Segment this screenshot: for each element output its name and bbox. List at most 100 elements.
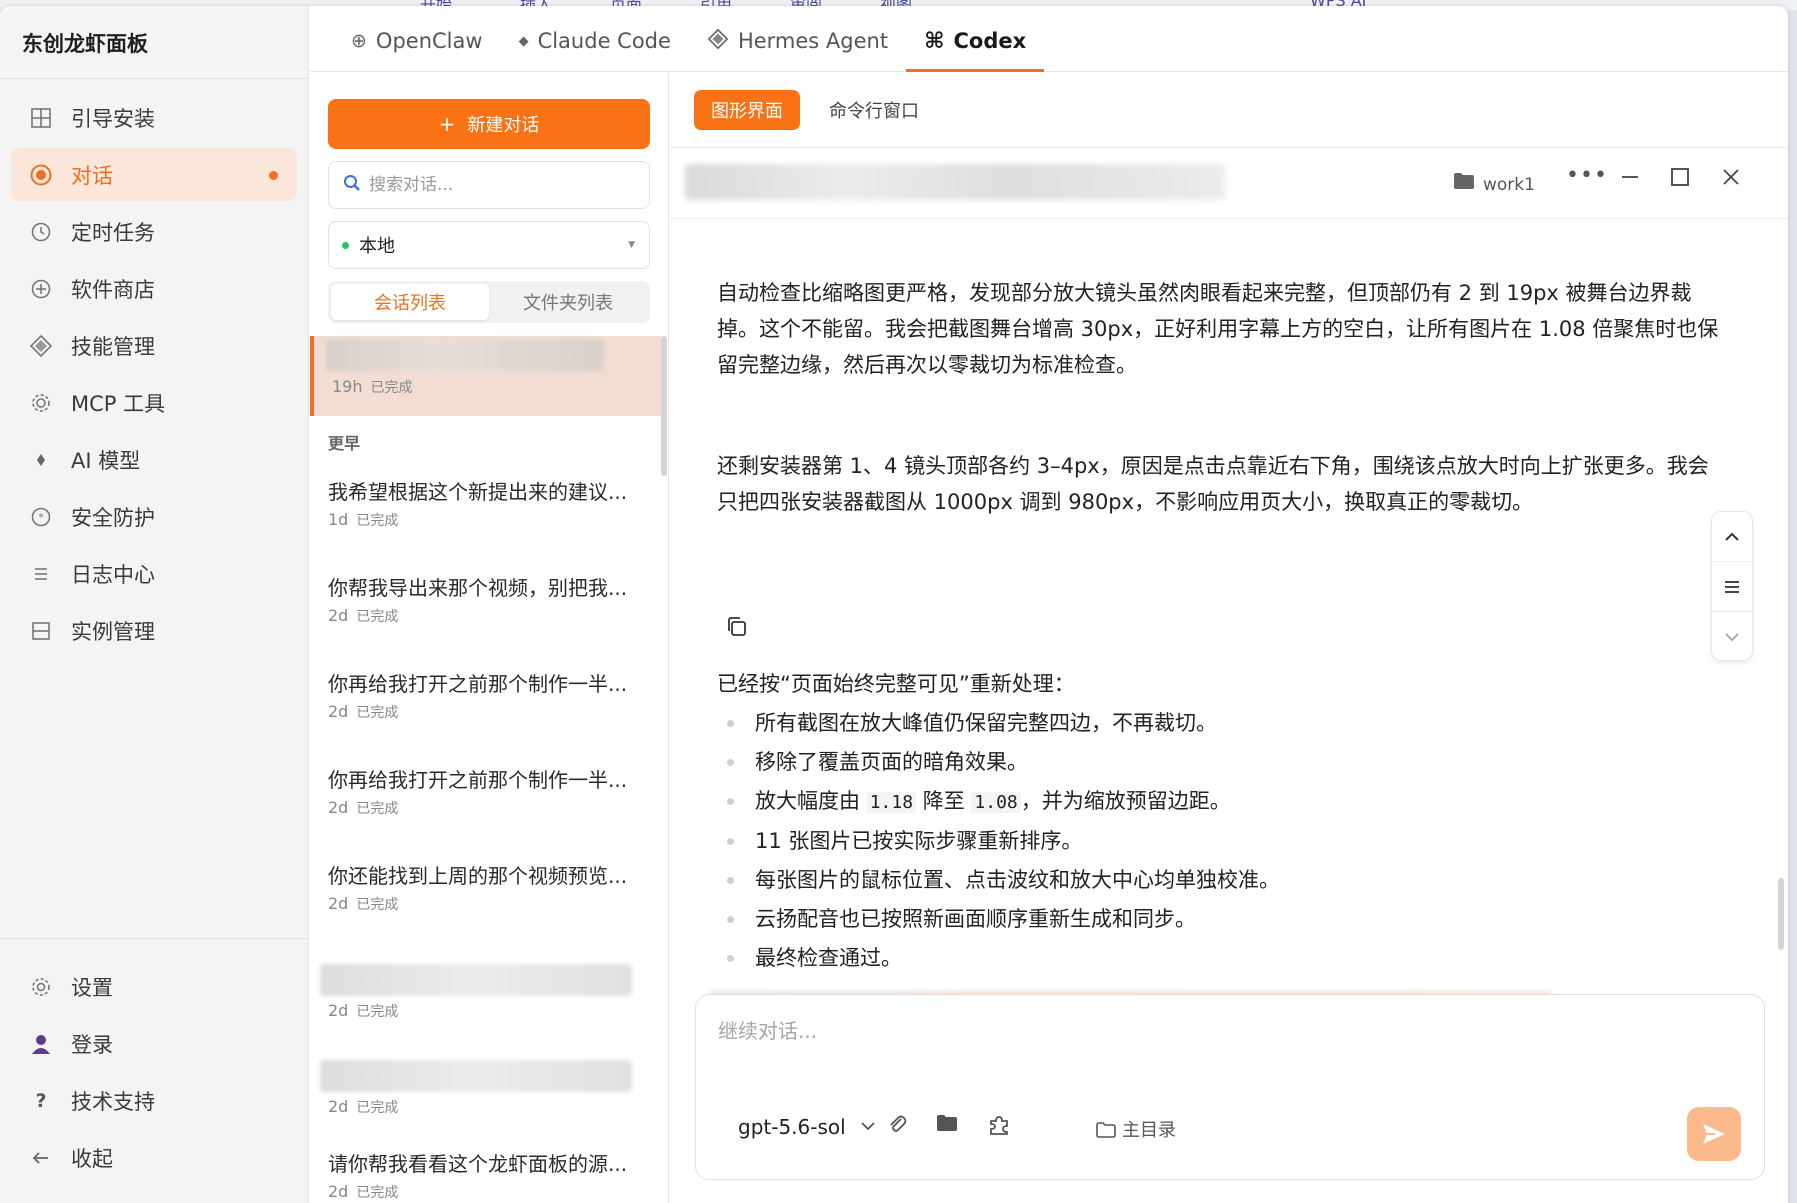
menu-icon — [1725, 580, 1739, 593]
nav-item-scheduled-tasks[interactable]: 定时任务 — [11, 205, 297, 258]
nav-item-security[interactable]: * 安全防护 — [11, 490, 297, 543]
nav-item-label: MCP 工具 — [71, 391, 166, 416]
list-item[interactable]: 你再给我打开之前那个制作一半... 2d 已完成 — [310, 654, 661, 750]
nav-item-logs[interactable]: 日志中心 — [11, 547, 297, 600]
nav-item-label: 收起 — [71, 1147, 113, 1171]
conversation-meta: 2d 已完成 — [328, 798, 643, 818]
assistant-message: 自动检查比缩略图更严格，发现部分放大镜头虽然肉眼看起来完整，但顶部仍有 2 到 … — [717, 281, 1719, 377]
command-icon: ⌘ — [924, 28, 945, 54]
inline-code: 1.18 — [866, 792, 917, 813]
nav-item-software-store[interactable]: 软件商店 — [11, 262, 297, 315]
plugin-button[interactable] — [987, 1113, 1011, 1142]
copy-icon[interactable] — [725, 615, 751, 641]
list-item[interactable]: 你帮我导出来那个视频，别把我... 2d 已完成 — [310, 558, 661, 654]
list-item-active[interactable]: 19h 已完成 — [310, 336, 661, 416]
clock-icon — [28, 219, 54, 245]
redacted-title — [326, 339, 604, 371]
unread-dot — [269, 171, 278, 180]
folder-outline-icon — [1096, 1122, 1116, 1138]
mode-gui-button[interactable]: 图形界面 — [694, 90, 800, 130]
new-chat-label: 新建对话 — [467, 115, 540, 136]
nav-item-mcp-tools[interactable]: MCP 工具 — [11, 376, 297, 429]
nav-item-support[interactable]: ? 技术支持 — [11, 1075, 297, 1127]
send-button[interactable] — [1687, 1107, 1741, 1161]
new-chat-button[interactable]: + 新建对话 — [328, 99, 650, 149]
tab-claude-code[interactable]: ◆ Claude Code — [501, 11, 689, 71]
close-icon[interactable] — [1721, 167, 1741, 192]
nav-item-skills[interactable]: 技能管理 — [11, 319, 297, 372]
assistant-message: 还剩安装器第 1、4 镜头顶部各约 3–4px，原因是点击点靠近右下角，围绕该点… — [717, 454, 1709, 514]
conversation-meta: 2d 已完成 — [328, 1097, 398, 1117]
tab-folder-list[interactable]: 文件夹列表 — [489, 284, 647, 320]
send-icon — [1703, 1124, 1725, 1144]
scroll-up-button[interactable] — [1712, 512, 1752, 562]
conversation-sidebar: + 新建对话 本地 ▼ 会话列表 文件夹列表 19h 已完成 更早 — [310, 73, 669, 1203]
diamond-small-icon: ◆ — [518, 33, 529, 49]
collapse-icon — [28, 1145, 54, 1171]
nav-item-login[interactable]: 登录 — [11, 1018, 297, 1070]
conversation-list: 19h 已完成 更早 我希望根据这个新提出来的建议... 1d 已完成 你帮我导出来… — [310, 336, 661, 1203]
status-dot — [342, 241, 349, 249]
diamond-icon — [707, 28, 729, 55]
folder-icon — [1454, 173, 1474, 189]
nav-item-collapse[interactable]: 收起 — [11, 1132, 297, 1184]
more-icon[interactable]: ••• — [1566, 163, 1608, 188]
store-icon — [28, 276, 54, 302]
list-item[interactable]: 我希望根据这个新提出来的建议... 1d 已完成 — [310, 462, 661, 558]
list-item[interactable]: 2d 已完成 — [310, 942, 661, 1038]
list-item[interactable]: 你再给我打开之前那个制作一半... 2d 已完成 — [310, 750, 661, 846]
home-directory-button[interactable]: 主目录 — [1096, 1116, 1176, 1142]
environment-select[interactable]: 本地 ▼ — [328, 221, 650, 269]
search-input[interactable] — [369, 175, 629, 195]
tab-openclaw[interactable]: ⊕ OpenClaw — [333, 11, 501, 71]
globe-icon: ⊕ — [351, 30, 367, 52]
scroll-down-button[interactable] — [1712, 612, 1752, 662]
conversation-title: 你再给我打开之前那个制作一半... — [328, 768, 628, 792]
app-title: 东创龙虾面板 — [0, 6, 308, 79]
list-scrollbar[interactable] — [661, 336, 667, 476]
list-item[interactable]: 你还能找到上周的那个视频预览... 2d 已完成 — [310, 846, 661, 942]
tab-codex[interactable]: ⌘ Codex — [906, 11, 1045, 72]
list-mode-toggle: 会话列表 文件夹列表 — [328, 281, 650, 323]
folder-button[interactable]: work1 — [1453, 171, 1535, 195]
nav-item-instances[interactable]: 实例管理 — [11, 604, 297, 657]
search-icon — [343, 174, 361, 197]
folder-picker-button[interactable] — [936, 1113, 958, 1138]
model-label: gpt-5.6-sol — [738, 1115, 846, 1139]
nav-item-guide-install[interactable]: 引导安装 — [11, 91, 297, 144]
nav-item-label: 安全防护 — [71, 505, 155, 530]
redacted-title — [320, 964, 632, 996]
conversation-title: 你再给我打开之前那个制作一半... — [328, 672, 628, 696]
tab-hermes-agent[interactable]: Hermes Agent — [689, 11, 906, 71]
nav-item-label: AI 模型 — [71, 448, 141, 473]
list-item: 11 张图片已按实际步骤重新排序。 — [717, 822, 1727, 861]
minimize-icon[interactable] — [1620, 167, 1640, 192]
attach-button[interactable] — [886, 1113, 908, 1140]
nav-item-ai-models[interactable]: AI 模型 — [11, 433, 297, 486]
bullet-text: 降至 — [916, 789, 972, 813]
conversation-status: 已完成 — [356, 897, 399, 913]
mode-terminal-button[interactable]: 命令行窗口 — [812, 90, 936, 130]
conversation-status: 已完成 — [356, 801, 399, 817]
message-input[interactable] — [718, 1015, 1718, 1075]
list-item: 所有截图在放大峰值仍保留完整四边，不再裁切。 — [717, 704, 1727, 743]
maximize-icon[interactable] — [1670, 167, 1690, 192]
instance-icon — [28, 618, 54, 644]
nav-item-label: 对话 — [71, 163, 113, 188]
model-select[interactable]: gpt-5.6-sol — [738, 1115, 876, 1139]
conversation-status: 已完成 — [356, 609, 399, 625]
agent-tabs: ⊕ OpenClaw ◆ Claude Code Hermes Agent ⌘ … — [310, 6, 1788, 72]
message-index-button[interactable] — [1712, 562, 1752, 612]
inline-code: 1.08 — [971, 792, 1021, 813]
conversation-status: 已完成 — [356, 1185, 399, 1201]
list-item[interactable]: 请你帮我看看这个龙虾面板的源... 2d 已完成 — [310, 1134, 661, 1203]
conversation-time: 2d — [328, 702, 349, 721]
chat-scrollbar[interactable] — [1778, 878, 1784, 950]
nav-item-label: 设置 — [71, 976, 113, 1000]
tab-session-list[interactable]: 会话列表 — [331, 284, 489, 320]
nav-item-chat[interactable]: 对话 — [11, 148, 297, 201]
nav-item-label: 引导安装 — [71, 106, 155, 131]
nav-item-settings[interactable]: 设置 — [11, 961, 297, 1013]
search-box — [328, 161, 650, 209]
list-item[interactable]: 2d 已完成 — [310, 1038, 661, 1134]
